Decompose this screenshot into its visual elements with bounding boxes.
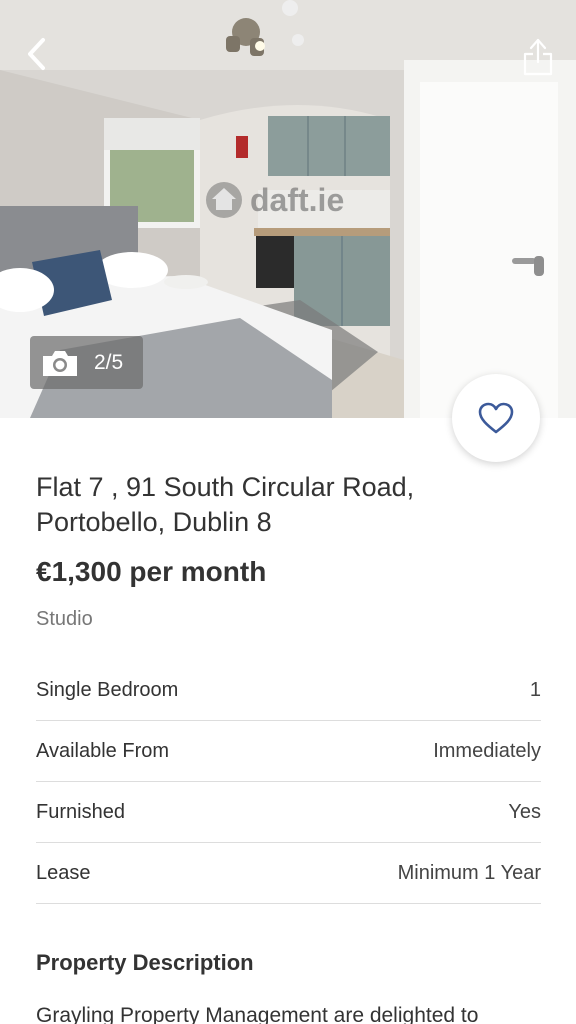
share-button[interactable] bbox=[516, 34, 560, 78]
fact-value: 1 bbox=[529, 678, 541, 701]
property-detail-screen: daft.ie 2/5 Flat 7 , 91 South Circular R… bbox=[0, 0, 576, 1024]
fact-value: Yes bbox=[508, 800, 541, 823]
fact-label: Available From bbox=[36, 739, 170, 762]
favorite-button[interactable] bbox=[452, 374, 540, 462]
listing-address: Flat 7 , 91 South Circular Road, Portobe… bbox=[36, 472, 415, 537]
property-type: Studio bbox=[36, 608, 93, 630]
fact-value: Immediately bbox=[433, 739, 541, 762]
daft-watermark: daft.ie bbox=[204, 178, 344, 222]
description-text: Grayling Property Management are delight… bbox=[36, 1004, 479, 1024]
fact-label: Furnished bbox=[36, 800, 125, 823]
listing-price: €1,300 per month bbox=[36, 556, 267, 587]
fact-row-available: Available From Immediately bbox=[36, 721, 541, 782]
house-logo-icon bbox=[206, 182, 242, 218]
photo-counter[interactable]: 2/5 bbox=[30, 336, 143, 389]
fact-value: Minimum 1 Year bbox=[397, 861, 541, 884]
heart-outline-icon bbox=[478, 402, 514, 434]
back-button[interactable] bbox=[16, 34, 56, 74]
description-heading: Property Description bbox=[36, 950, 254, 975]
watermark-text: daft.ie bbox=[250, 181, 345, 218]
property-photo[interactable]: daft.ie 2/5 bbox=[0, 0, 576, 418]
fact-label: Single Bedroom bbox=[36, 678, 179, 701]
photo-counter-text: 2/5 bbox=[94, 350, 124, 374]
camera-icon bbox=[43, 350, 77, 376]
facts-list: Single Bedroom 1 Available From Immediat… bbox=[36, 660, 541, 904]
chevron-left-icon bbox=[28, 38, 45, 70]
fact-row-bedroom: Single Bedroom 1 bbox=[36, 660, 541, 721]
fact-label: Lease bbox=[36, 861, 91, 884]
fact-row-furnished: Furnished Yes bbox=[36, 782, 541, 843]
fact-row-lease: Lease Minimum 1 Year bbox=[36, 843, 541, 904]
listing-summary: Flat 7 , 91 South Circular Road, Portobe… bbox=[36, 470, 541, 632]
share-icon bbox=[523, 38, 553, 76]
